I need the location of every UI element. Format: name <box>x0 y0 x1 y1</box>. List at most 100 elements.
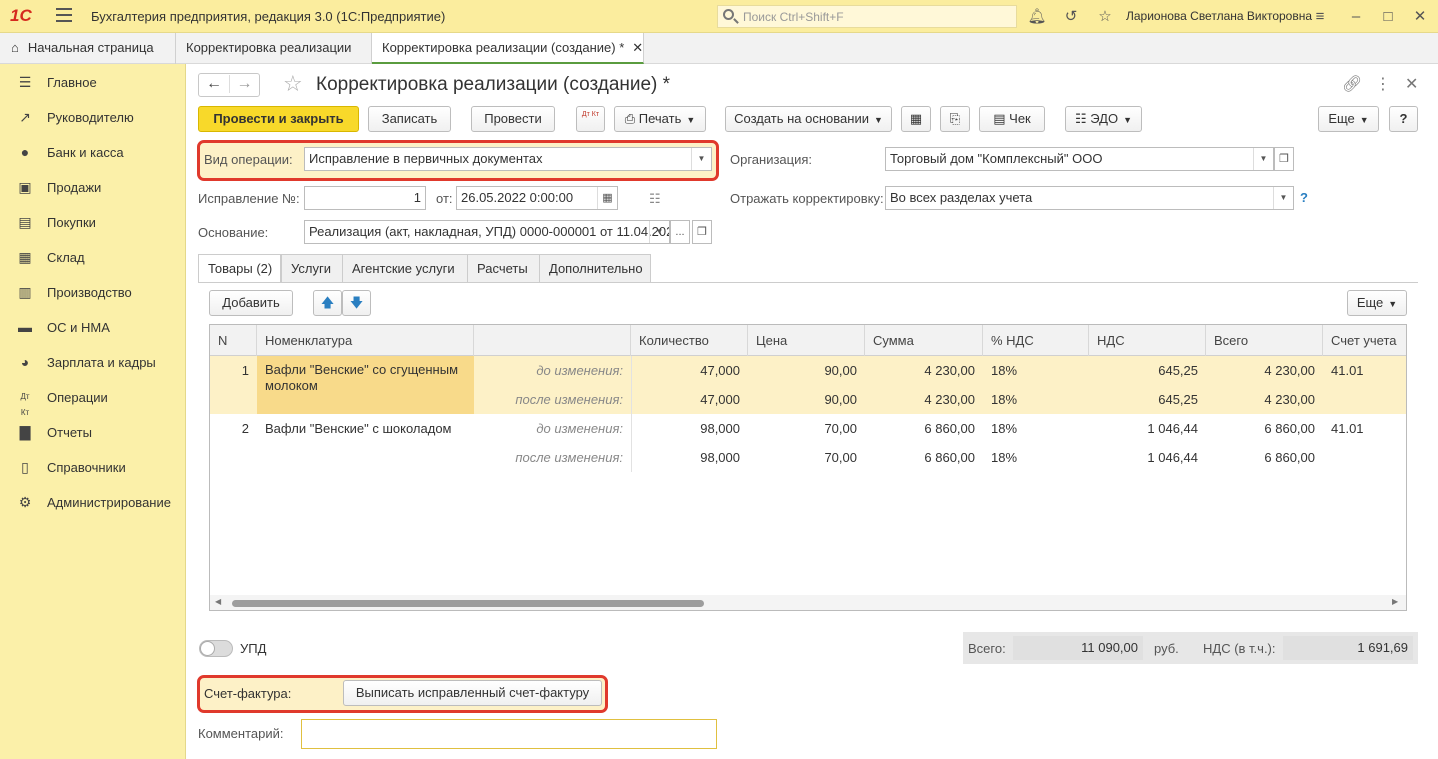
tab-correction-new[interactable]: Корректировка реализации (создание) * ✕ <box>372 33 644 64</box>
table-more-button[interactable]: Еще ▼ <box>1347 290 1407 316</box>
open-basis-icon[interactable]: ❐ <box>692 220 712 244</box>
qty-after[interactable]: 98,000 <box>631 443 748 472</box>
move-up-icon[interactable]: 🡅 <box>313 290 342 316</box>
row-item-name[interactable]: Вафли "Венские" со сгущенным молоком <box>257 356 474 393</box>
sum-before[interactable]: 4 230,00 <box>865 356 983 385</box>
dt-kt-button[interactable]: Дт Кт <box>576 106 605 132</box>
tab-settlements[interactable]: Расчеты <box>467 254 540 282</box>
vat-rate-after[interactable]: 18% <box>983 385 1089 414</box>
edo-button[interactable]: ☷ ЭДО ▼ <box>1065 106 1142 132</box>
post-button[interactable]: Провести <box>471 106 555 132</box>
structure-icon[interactable]: ▦ <box>901 106 931 132</box>
help-button[interactable]: ? <box>1389 106 1418 132</box>
vat-rate-after[interactable]: 18% <box>983 443 1089 472</box>
more-vertical-icon[interactable]: ⋮ <box>1375 74 1391 94</box>
bell-icon[interactable]: 🔔︎ <box>1027 7 1047 27</box>
scrollbar-thumb[interactable] <box>232 600 704 607</box>
col-vat-rate[interactable]: % НДС <box>983 325 1089 356</box>
col-change[interactable] <box>474 325 631 356</box>
qty-before[interactable]: 98,000 <box>631 414 748 443</box>
op-type-select[interactable]: Исправление в первичных документах ▼ <box>304 147 712 171</box>
favorite-star-icon[interactable]: ☆ <box>283 71 303 97</box>
history-icon[interactable]: ↺ <box>1061 7 1081 27</box>
sidebar-item-assets[interactable]: ▬ ОС и НМА <box>0 310 186 345</box>
post-and-close-button[interactable]: Провести и закрыть <box>198 106 359 132</box>
tab-correction-list[interactable]: Корректировка реализации <box>176 33 372 64</box>
col-price[interactable]: Цена <box>748 325 865 356</box>
scroll-right-icon[interactable]: ▶ <box>1392 597 1398 606</box>
sidebar-item-purchases[interactable]: ▤ Покупки <box>0 205 186 240</box>
minimize-icon[interactable]: – <box>1346 7 1366 27</box>
col-vat[interactable]: НДС <box>1089 325 1206 356</box>
sidebar-item-warehouse[interactable]: ▦ Склад <box>0 240 186 275</box>
current-user[interactable]: Ларионова Светлана Викторовна <box>1126 9 1312 23</box>
maximize-icon[interactable]: □ <box>1378 7 1398 27</box>
close-window-icon[interactable]: ✕ <box>1410 7 1430 27</box>
scroll-left-icon[interactable]: ◀ <box>215 597 221 606</box>
total-after[interactable]: 6 860,00 <box>1206 443 1323 472</box>
sidebar-item-manager[interactable]: ↗ Руководителю <box>0 100 186 135</box>
tab-goods[interactable]: Товары (2) <box>198 254 281 283</box>
settings-menu-icon[interactable]: ≡ <box>1310 7 1330 27</box>
move-down-icon[interactable]: 🡇 <box>342 290 371 316</box>
link-icon[interactable]: 🔗︎ <box>1342 74 1362 94</box>
horizontal-scrollbar[interactable]: ◀ ▶ <box>210 595 1406 610</box>
tab-home[interactable]: ⌂ Начальная страница <box>0 33 176 64</box>
sidebar-item-salary[interactable]: ◕ Зарплата и кадры <box>0 345 186 380</box>
vat-before[interactable]: 1 046,44 <box>1089 414 1206 443</box>
price-before[interactable]: 70,00 <box>748 414 865 443</box>
save-button[interactable]: Записать <box>368 106 451 132</box>
add-row-button[interactable]: Добавить <box>209 290 293 316</box>
sidebar-item-operations[interactable]: Дт Кт Операции <box>0 380 186 417</box>
document-comment-icon[interactable]: ☷ <box>649 191 661 207</box>
vat-rate-before[interactable]: 18% <box>983 414 1089 443</box>
attachment-icon[interactable]: ⎘ <box>940 106 970 132</box>
col-account[interactable]: Счет учета <box>1323 325 1406 356</box>
col-sum[interactable]: Сумма <box>865 325 983 356</box>
total-before[interactable]: 4 230,00 <box>1206 356 1323 385</box>
create-based-on-button[interactable]: Создать на основании ▼ <box>725 106 892 132</box>
sidebar-item-main[interactable]: ☰ Главное <box>0 65 186 100</box>
total-after[interactable]: 4 230,00 <box>1206 385 1323 414</box>
sidebar-item-reports[interactable]: ▇ Отчеты <box>0 415 186 450</box>
col-n[interactable]: N <box>210 325 257 356</box>
print-button[interactable]: ⎙ Печать ▼ <box>614 106 706 132</box>
close-tab-icon[interactable]: ✕ <box>632 40 643 55</box>
vat-after[interactable]: 1 046,44 <box>1089 443 1206 472</box>
issue-corrected-invoice-button[interactable]: Выписать исправленный счет-фактуру <box>343 680 602 706</box>
sidebar-item-sales[interactable]: ▣ Продажи <box>0 170 186 205</box>
basis-select[interactable]: Реализация (акт, накладная, УПД) 0000-00… <box>304 220 670 244</box>
sidebar-item-bank[interactable]: ● Банк и касса <box>0 135 186 170</box>
back-arrow-icon[interactable]: ← <box>199 75 229 93</box>
more-button[interactable]: Еще ▼ <box>1318 106 1379 132</box>
sum-before[interactable]: 6 860,00 <box>865 414 983 443</box>
account-before[interactable]: 41.01 <box>1323 414 1406 443</box>
sum-after[interactable]: 4 230,00 <box>865 385 983 414</box>
vat-rate-before[interactable]: 18% <box>983 356 1089 385</box>
qty-after[interactable]: 47,000 <box>631 385 748 414</box>
col-total[interactable]: Всего <box>1206 325 1323 356</box>
calendar-icon[interactable]: ▦ <box>597 187 617 209</box>
upd-toggle[interactable] <box>199 640 233 657</box>
global-search-input[interactable]: Поиск Ctrl+Shift+F <box>717 5 1017 28</box>
total-before[interactable]: 6 860,00 <box>1206 414 1323 443</box>
sidebar-item-admin[interactable]: ⚙ Администрирование <box>0 485 186 520</box>
date-input[interactable]: 26.05.2022 0:00:00 ▦ <box>456 186 618 210</box>
reflect-select[interactable]: Во всех разделах учета ▼ <box>885 186 1294 210</box>
org-select[interactable]: Торговый дом "Комплексный" ООО ▼ <box>885 147 1274 171</box>
qty-before[interactable]: 47,000 <box>631 356 748 385</box>
col-qty[interactable]: Количество <box>631 325 748 356</box>
receipt-button[interactable]: ▤ Чек <box>979 106 1045 132</box>
tab-additional[interactable]: Дополнительно <box>539 254 651 282</box>
close-form-icon[interactable]: ✕ <box>1405 74 1418 94</box>
price-after[interactable]: 90,00 <box>748 385 865 414</box>
sum-after[interactable]: 6 860,00 <box>865 443 983 472</box>
forward-arrow-icon[interactable]: → <box>229 75 259 93</box>
tab-agent-services[interactable]: Агентские услуги <box>342 254 468 282</box>
row-item-name[interactable]: Вафли "Венские" с шоколадом <box>257 414 474 443</box>
sidebar-item-catalogs[interactable]: ▯ Справочники <box>0 450 186 485</box>
basis-choose-button[interactable]: ... <box>670 220 690 244</box>
main-menu-icon[interactable] <box>56 8 72 22</box>
help-question-icon[interactable]: ? <box>1300 190 1308 205</box>
favorites-star-icon[interactable]: ☆ <box>1095 7 1115 27</box>
